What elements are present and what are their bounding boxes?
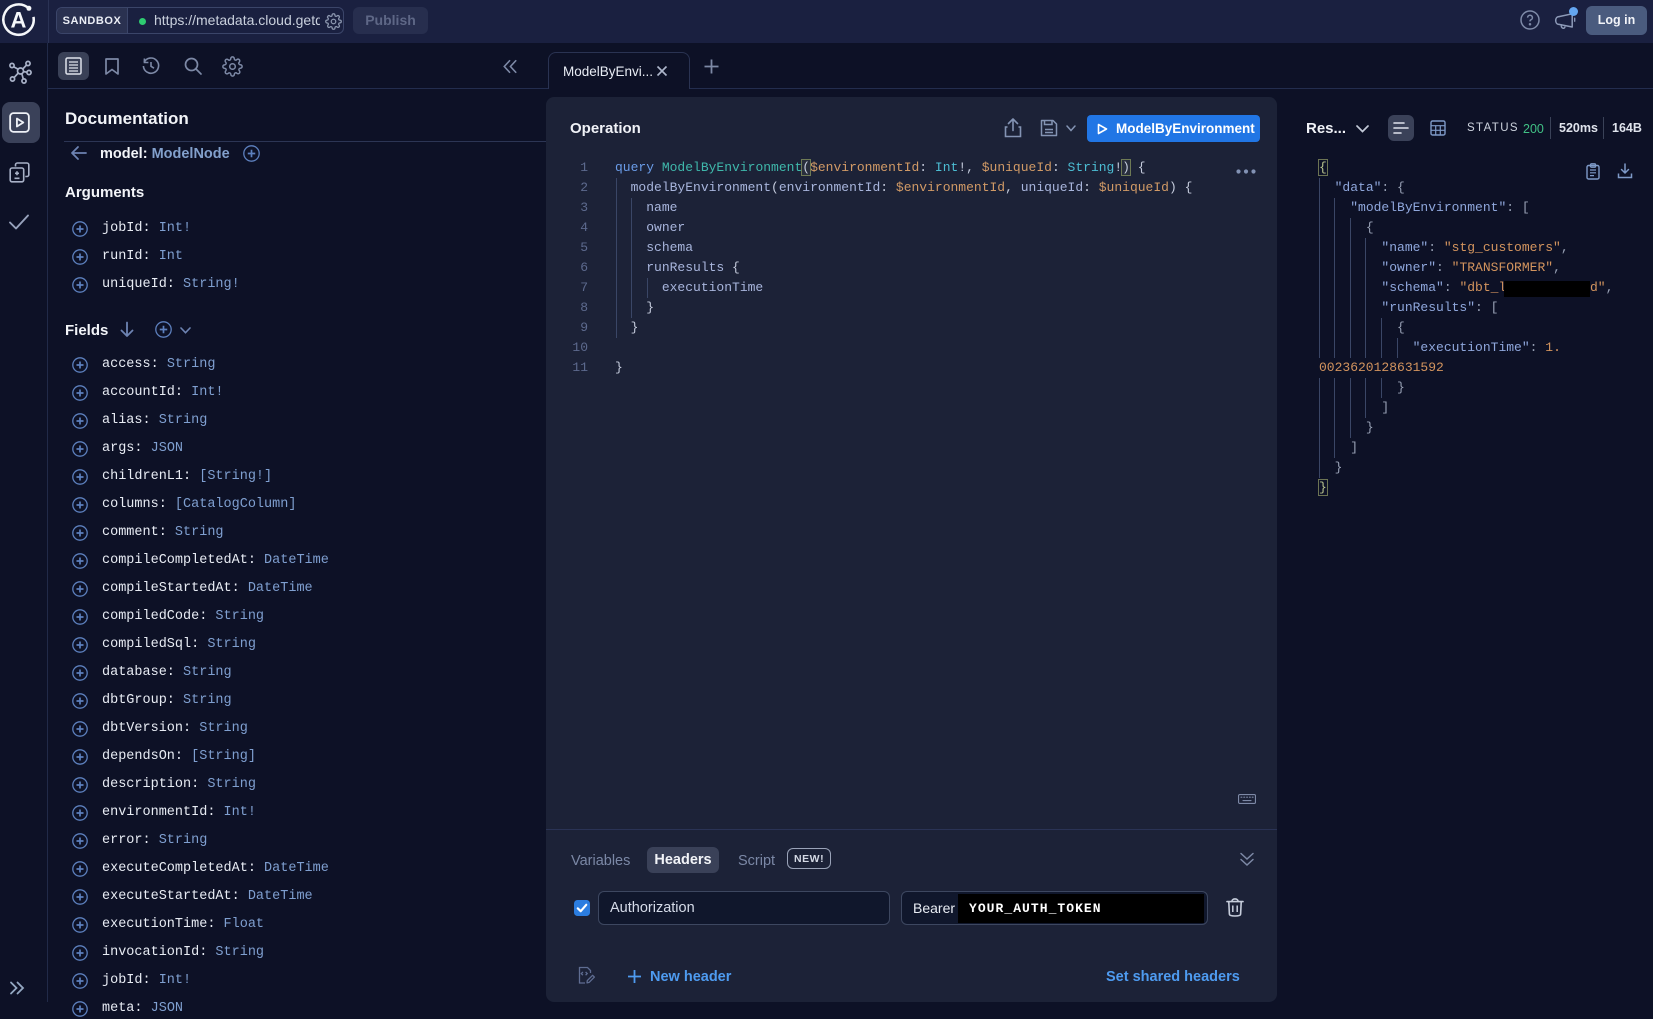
svg-text:A: A [11, 8, 27, 33]
